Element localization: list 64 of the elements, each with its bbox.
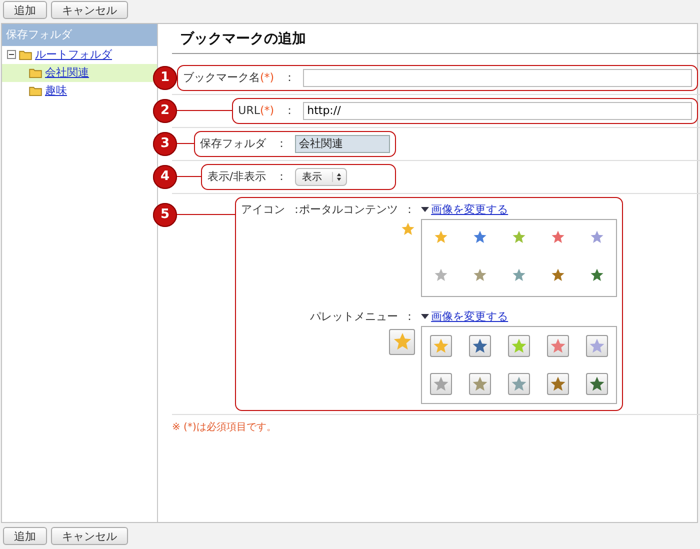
toolbar-button[interactable]: キャンセル — [51, 1, 128, 19]
callout-badge: 2 — [153, 98, 177, 123]
star-tile-icon[interactable] — [430, 334, 452, 357]
input-field[interactable] — [303, 68, 692, 87]
star-icon[interactable] — [512, 230, 526, 244]
change-image-link[interactable]: 画像を変更する — [431, 308, 508, 324]
star-tile-icon[interactable] — [508, 372, 530, 395]
star-tile-icon[interactable] — [430, 372, 452, 395]
callout-badge: 5 — [153, 202, 177, 227]
star-icon[interactable] — [512, 268, 526, 282]
folder-icon — [19, 50, 32, 60]
folder-icon — [29, 86, 42, 96]
field-label: ブックマーク名(*) — [183, 70, 274, 86]
star-icon[interactable] — [434, 268, 448, 282]
field-label: アイコン — [241, 202, 286, 217]
colon: ： — [276, 136, 288, 152]
star-icon[interactable] — [590, 230, 604, 244]
star-tile-icon[interactable] — [586, 334, 608, 357]
star-icon[interactable] — [550, 230, 565, 244]
colon: ： — [404, 202, 416, 217]
collapse-icon[interactable] — [7, 50, 16, 60]
callout-badge: 3 — [153, 132, 177, 156]
callout-badge: 4 — [153, 164, 177, 189]
star-icon[interactable] — [473, 268, 488, 282]
colon: ： — [284, 103, 296, 118]
tree-link[interactable]: ルートフォルダ — [35, 47, 112, 62]
required-note: ※ (*)は必須項目です。 — [172, 420, 278, 434]
colon: ： — [276, 169, 288, 184]
star-icon[interactable] — [590, 268, 604, 282]
tree-item[interactable]: ルートフォルダ — [2, 46, 157, 64]
star-tile-icon[interactable] — [469, 334, 492, 357]
tree-link[interactable]: 趣味 — [45, 83, 67, 98]
star-tile-icon[interactable] — [469, 372, 492, 395]
display-select[interactable]: 表示 — [295, 168, 348, 186]
updown-icon — [332, 172, 342, 182]
folder-icon — [29, 68, 42, 78]
toolbar-button[interactable]: キャンセル — [51, 527, 128, 546]
tree-link[interactable]: 会社関連 — [45, 65, 89, 80]
section-label: パレットメニュー — [310, 308, 398, 324]
field-label: URL(*) — [238, 104, 274, 118]
star-tile-icon[interactable] — [508, 334, 530, 357]
star-icon — [401, 222, 416, 236]
field-label: 表示/非表示 — [207, 169, 266, 184]
star-tile-icon[interactable] — [546, 372, 569, 395]
input-field[interactable]: http:// — [303, 102, 692, 120]
colon: ： — [284, 70, 296, 86]
sidebar-header: 保存フォルダ — [2, 24, 157, 46]
star-tile-icon[interactable] — [546, 334, 569, 357]
change-image-link[interactable]: 画像を変更する — [431, 202, 508, 217]
toolbar-button[interactable]: 追加 — [3, 1, 47, 19]
star-icon[interactable] — [550, 268, 565, 282]
star-tile-icon — [389, 328, 416, 355]
folder-field: 会社関連 — [295, 134, 390, 153]
colon: ： — [404, 308, 416, 324]
star-icon[interactable] — [434, 230, 448, 244]
toolbar-button[interactable]: 追加 — [3, 527, 47, 546]
page-title: ブックマークの追加 — [172, 30, 700, 54]
field-label: 保存フォルダ — [200, 136, 266, 152]
star-icon[interactable] — [473, 230, 488, 244]
star-tile-icon[interactable] — [586, 372, 608, 395]
caret-icon — [421, 206, 430, 212]
tree-item[interactable]: 会社関連 — [2, 64, 157, 82]
callout-badge: 1 — [153, 66, 177, 90]
caret-icon — [421, 314, 430, 319]
